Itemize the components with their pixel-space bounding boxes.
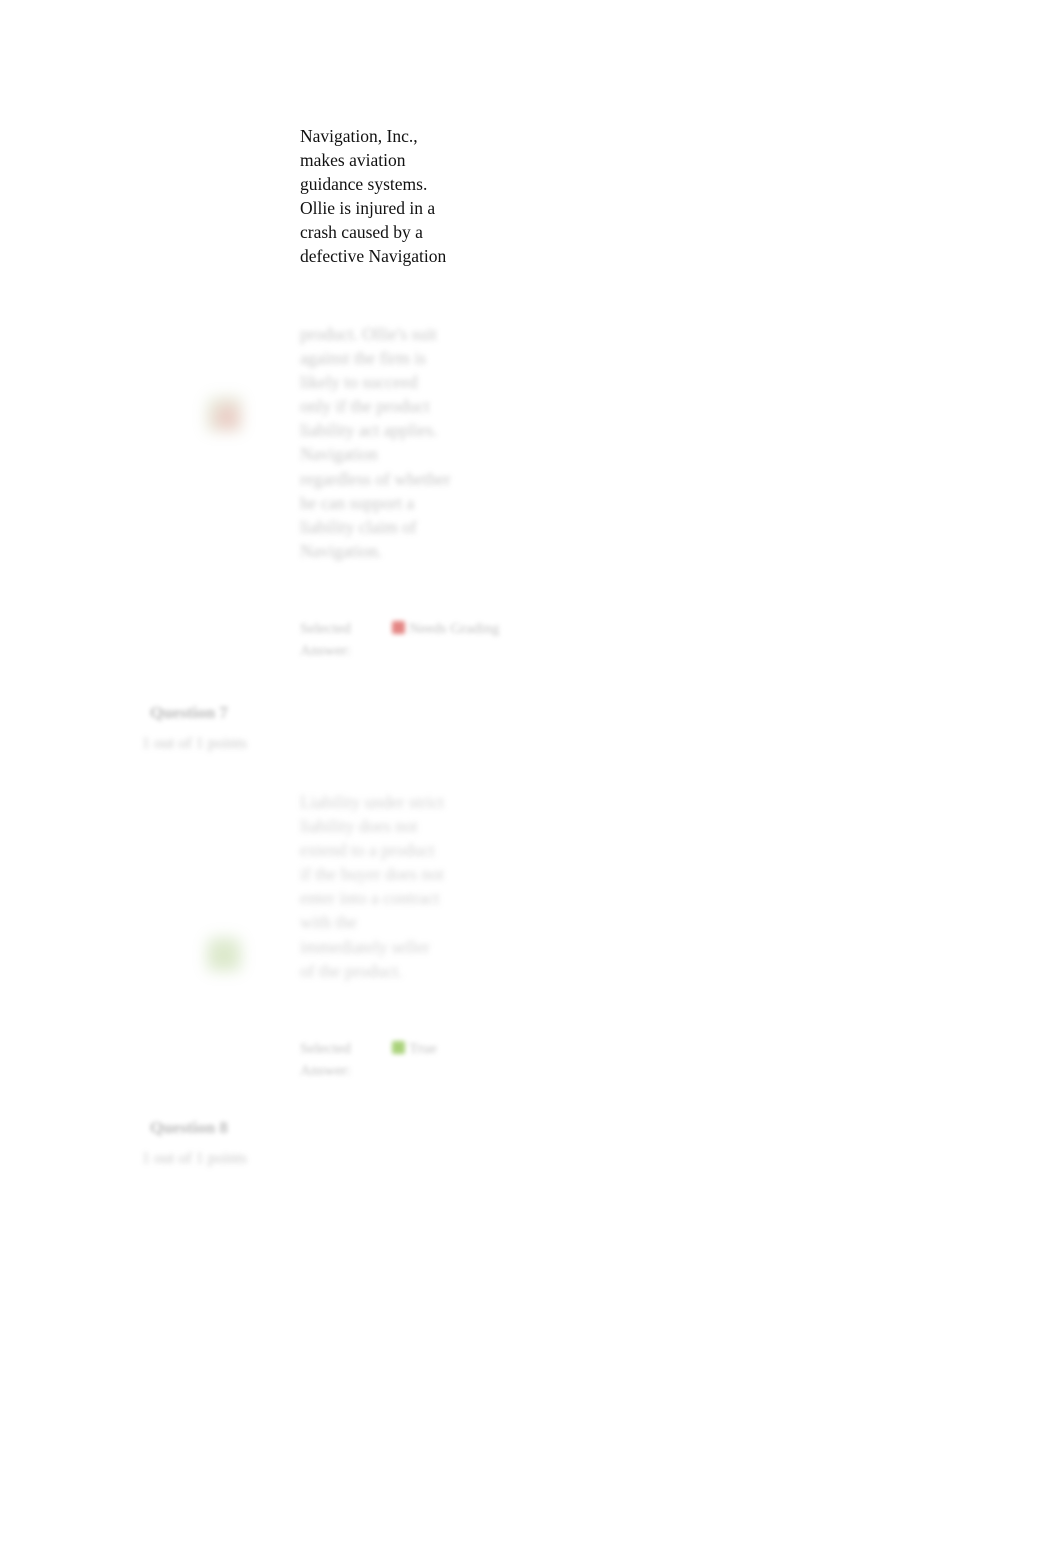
question-points-7: 1 out of 1 points	[142, 735, 247, 752]
selected-answer-label: Selected Answer:	[300, 1041, 351, 1079]
selected-answer-row-6: Selected Answer: Needs Grading	[300, 618, 560, 662]
selected-answer-value: True	[392, 1038, 437, 1060]
question-stem-faded: product. Ollie's suit against the firm i…	[300, 324, 451, 561]
question-stem-faded-7: Liability under strict liability does no…	[300, 792, 444, 981]
margin-status-icon-incorrect	[206, 396, 242, 432]
selected-answer-text: True	[409, 1041, 437, 1057]
question-title-8: Question 8	[150, 1118, 228, 1137]
question-points-8: 1 out of 1 points	[142, 1150, 247, 1167]
selected-answer-text: Needs Grading	[409, 621, 500, 637]
selected-answer-row-7: Selected Answer: True	[300, 1038, 560, 1082]
margin-status-icon-correct	[206, 936, 242, 972]
selected-answer-value: Needs Grading	[392, 618, 502, 640]
incorrect-icon	[392, 621, 405, 634]
question-stem-clear: Navigation, Inc., makes aviation guidanc…	[300, 126, 447, 267]
correct-icon	[392, 1041, 405, 1054]
document-page: Navigation, Inc., makes aviation guidanc…	[0, 0, 1062, 1556]
question-title-7: Question 7	[150, 703, 228, 722]
selected-answer-label: Selected Answer:	[300, 621, 351, 659]
question-header-8: Question 8 1 out of 1 points	[142, 1118, 450, 1168]
question-header-7: Question 7 1 out of 1 points	[142, 703, 450, 753]
